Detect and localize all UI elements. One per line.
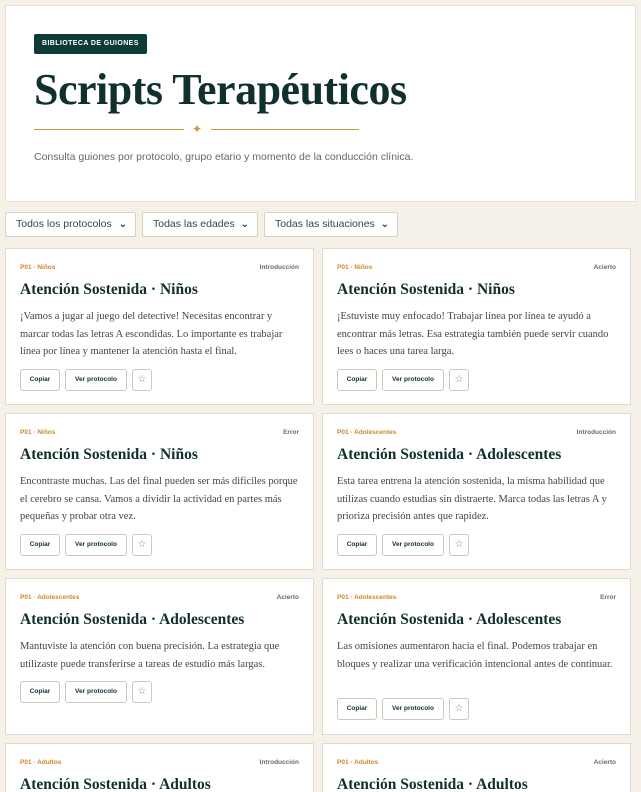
card-script-text: Las omisiones aumentaron hacia el final.… — [337, 641, 613, 670]
copy-button[interactable]: Copiar — [337, 369, 377, 391]
script-card: P01 · Adolescentes Error Atención Sosten… — [322, 578, 631, 735]
card-moment-label: Introducción — [259, 759, 299, 766]
view-protocol-button[interactable]: Ver protocolo — [382, 369, 444, 391]
copy-button[interactable]: Copiar — [20, 681, 60, 703]
card-script-text: ¡Estuviste muy enfocado! Trabajar línea … — [337, 311, 609, 357]
star-icon[interactable]: ☆ — [132, 534, 152, 556]
chevron-down-icon: ⌄ — [380, 219, 389, 230]
chevron-down-icon: ⌄ — [118, 219, 127, 230]
divider-right — [211, 129, 359, 130]
page-subtitle: Consulta guiones por protocolo, grupo et… — [34, 151, 414, 163]
copy-button[interactable]: Copiar — [20, 369, 60, 391]
script-card: P01 · Adultos Acierto Atención Sostenida… — [322, 743, 631, 792]
protocol-filter-label: Todos los protocolos — [16, 218, 112, 230]
card-moment-label: Introducción — [259, 264, 299, 271]
star-icon[interactable]: ☆ — [132, 369, 152, 391]
script-card: P01 · Adolescentes Introducción Atención… — [322, 413, 631, 570]
star-icon[interactable]: ☆ — [449, 369, 469, 391]
script-card: P01 · Niños Acierto Atención Sostenida ·… — [322, 248, 631, 405]
card-script-text: ¡Vamos a jugar al juego del detective! N… — [20, 311, 283, 357]
diamond-ornament-icon: ✦ — [191, 122, 203, 136]
card-title: Atención Sostenida · Adolescentes — [337, 611, 562, 628]
card-protocol-tag: P01 · Niños — [20, 264, 56, 271]
card-moment-label: Introducción — [576, 429, 616, 436]
card-protocol-tag: P01 · Adultos — [20, 759, 62, 766]
card-script-text: Encontraste muchas. Las del final pueden… — [20, 476, 298, 522]
card-title: Atención Sostenida · Adultos — [337, 776, 528, 792]
card-protocol-tag: P01 · Adultos — [337, 759, 379, 766]
card-protocol-tag: P01 · Niños — [20, 429, 56, 436]
card-protocol-tag: P01 · Adolescentes — [337, 429, 397, 436]
card-title: Atención Sostenida · Niños — [337, 281, 515, 298]
card-moment-label: Acierto — [276, 594, 299, 601]
view-protocol-button[interactable]: Ver protocolo — [65, 534, 127, 556]
card-title: Atención Sostenida · Adolescentes — [20, 611, 245, 628]
view-protocol-button[interactable]: Ver protocolo — [65, 369, 127, 391]
protocol-filter-select[interactable]: Todos los protocolos ⌄ — [5, 212, 136, 237]
chevron-down-icon: ⌄ — [240, 219, 249, 230]
card-moment-label: Error — [600, 594, 616, 601]
copy-button[interactable]: Copiar — [337, 698, 377, 720]
star-icon[interactable]: ☆ — [132, 681, 152, 703]
age-filter-label: Todas las edades — [153, 218, 235, 230]
script-card: P01 · Niños Error Atención Sostenida · N… — [5, 413, 314, 570]
card-script-text: Mantuviste la atención con buena precisi… — [20, 641, 280, 670]
card-title: Atención Sostenida · Adultos — [20, 776, 211, 792]
card-title: Atención Sostenida · Adolescentes — [337, 446, 562, 463]
card-protocol-tag: P01 · Niños — [337, 264, 373, 271]
page-title: Scripts Terapéuticos — [34, 65, 407, 114]
copy-button[interactable]: Copiar — [20, 534, 60, 556]
card-title: Atención Sostenida · Niños — [20, 446, 198, 463]
view-protocol-button[interactable]: Ver protocolo — [382, 698, 444, 720]
card-script-text: Esta tarea entrena la atención sostenida… — [337, 476, 607, 522]
script-card: P01 · Adultos Introducción Atención Sost… — [5, 743, 314, 792]
situation-filter-select[interactable]: Todas las situaciones ⌄ — [264, 212, 398, 237]
card-protocol-tag: P01 · Adolescentes — [20, 594, 80, 601]
card-moment-label: Acierto — [593, 759, 616, 766]
situation-filter-label: Todas las situaciones — [275, 218, 375, 230]
star-icon[interactable]: ☆ — [449, 698, 469, 720]
card-protocol-tag: P01 · Adolescentes — [337, 594, 397, 601]
view-protocol-button[interactable]: Ver protocolo — [382, 534, 444, 556]
card-title: Atención Sostenida · Niños — [20, 281, 198, 298]
copy-button[interactable]: Copiar — [337, 534, 377, 556]
age-filter-select[interactable]: Todas las edades ⌄ — [142, 212, 258, 237]
view-protocol-button[interactable]: Ver protocolo — [65, 681, 127, 703]
library-badge: BIBLIOTECA DE GUIONES — [34, 34, 147, 54]
script-card: P01 · Adolescentes Acierto Atención Sost… — [5, 578, 314, 735]
card-moment-label: Acierto — [593, 264, 616, 271]
divider-left — [34, 129, 184, 130]
star-icon[interactable]: ☆ — [449, 534, 469, 556]
card-moment-label: Error — [283, 429, 299, 436]
library-header: BIBLIOTECA DE GUIONES Scripts Terapéutic… — [5, 5, 636, 202]
script-card: P01 · Niños Introducción Atención Sosten… — [5, 248, 314, 405]
